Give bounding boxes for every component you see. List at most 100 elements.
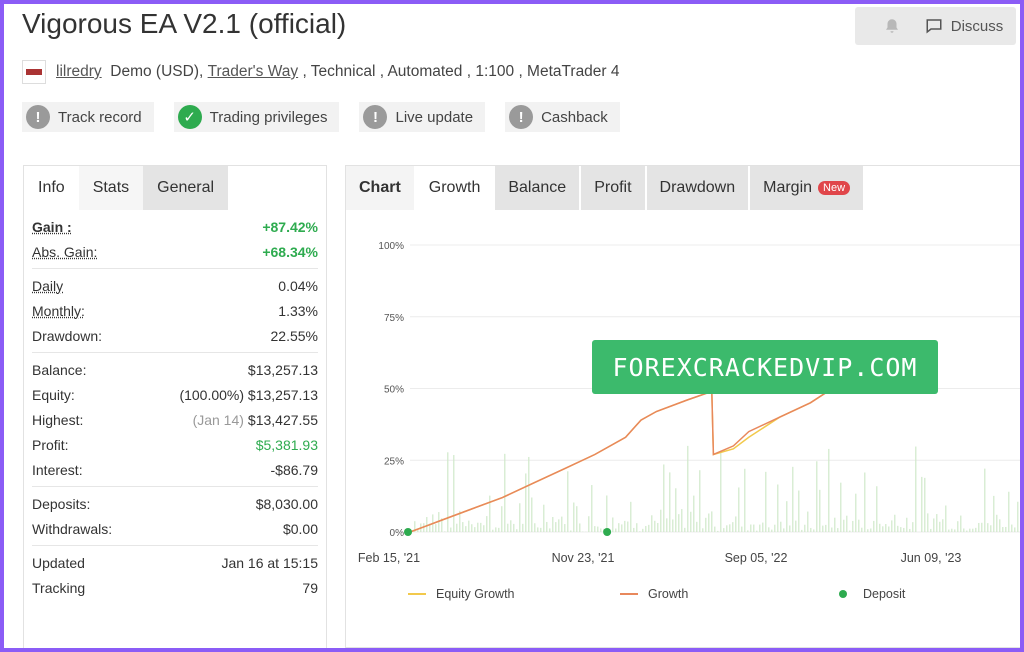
volume-bar xyxy=(843,519,845,532)
volume-bar xyxy=(873,520,875,532)
volume-bar xyxy=(813,529,815,532)
volume-bar xyxy=(726,525,728,532)
discuss-label: Discuss xyxy=(950,17,1004,35)
volume-bar xyxy=(435,524,437,532)
volume-bar xyxy=(519,503,521,532)
volume-bar xyxy=(783,528,785,532)
volume-bar xyxy=(786,501,788,532)
stat-balance: Balance: $13,257.13 xyxy=(32,361,318,378)
tab-margin[interactable]: Margin New xyxy=(750,166,864,210)
volume-bar xyxy=(789,525,791,532)
volume-bar xyxy=(501,506,503,532)
volume-bar xyxy=(750,524,752,532)
stats-tabs: Info Stats General xyxy=(24,166,326,210)
volume-bar xyxy=(927,513,929,532)
tab-drawdown[interactable]: Drawdown xyxy=(646,166,749,210)
volume-bar xyxy=(591,485,593,532)
volume-bar xyxy=(711,511,713,532)
volume-bar xyxy=(723,528,725,532)
volume-bar xyxy=(915,446,917,532)
volume-bar xyxy=(1011,524,1013,532)
volume-bar xyxy=(795,520,797,532)
volume-bar xyxy=(552,516,554,532)
tab-growth[interactable]: Growth xyxy=(415,166,494,210)
x-tick-label: Sep 05, '22 xyxy=(725,551,788,565)
volume-bar xyxy=(714,526,716,532)
volume-bar xyxy=(780,521,782,532)
volume-bar xyxy=(687,445,689,532)
tab-stats[interactable]: Stats xyxy=(78,166,144,210)
volume-bar xyxy=(858,519,860,532)
tab-balance[interactable]: Balance xyxy=(495,166,580,210)
badge-trading-privileges[interactable]: ✓ Trading privileges xyxy=(173,102,340,132)
volume-bar xyxy=(1008,491,1010,532)
volume-bar xyxy=(618,523,620,532)
stat-withdrawals: Withdrawals: $0.00 xyxy=(32,520,318,537)
volume-bar xyxy=(993,495,995,532)
volume-bar xyxy=(486,516,488,532)
volume-bar xyxy=(651,515,653,532)
volume-bar xyxy=(810,527,812,532)
tab-general[interactable]: General xyxy=(143,166,229,210)
volume-bar xyxy=(777,484,779,532)
chart-panel: Chart Growth Balance Profit Drawdown Mar… xyxy=(345,165,1020,648)
badge-label: Trading privileges xyxy=(209,108,328,126)
user-link[interactable]: lilredry xyxy=(56,63,102,81)
volume-bar xyxy=(555,522,557,532)
volume-bar xyxy=(615,528,617,532)
volume-bar xyxy=(627,521,629,532)
volume-bar xyxy=(531,497,533,532)
volume-bar xyxy=(474,527,476,532)
volume-bar xyxy=(558,519,560,532)
volume-bar xyxy=(762,522,764,532)
volume-bar xyxy=(606,495,608,532)
volume-bar xyxy=(663,464,665,532)
volume-bar xyxy=(468,520,470,532)
badge-live-update[interactable]: ! Live update xyxy=(359,102,486,132)
badge-track-record[interactable]: ! Track record xyxy=(22,102,154,132)
badge-label: Track record xyxy=(58,108,142,126)
avatar[interactable] xyxy=(22,60,46,84)
broker-link[interactable]: Trader's Way xyxy=(208,63,299,81)
volume-bar xyxy=(705,517,707,532)
tab-info[interactable]: Info xyxy=(24,166,79,210)
account-details: , Technical , Automated , 1:100 , MetaTr… xyxy=(298,63,620,80)
badge-cashback[interactable]: ! Cashback xyxy=(505,102,620,132)
volume-bar xyxy=(975,527,977,532)
volume-bar xyxy=(771,529,773,532)
page-title: Vigorous EA V2.1 (official) xyxy=(22,8,347,39)
volume-bar xyxy=(846,515,848,532)
volume-bar xyxy=(966,530,968,532)
volume-bar xyxy=(828,448,830,532)
volume-bar xyxy=(957,521,959,532)
volume-bar xyxy=(891,520,893,532)
volume-bar xyxy=(462,522,464,532)
volume-bar xyxy=(837,528,839,532)
volume-bar xyxy=(729,524,731,532)
discuss-button[interactable]: Discuss xyxy=(912,7,1016,45)
volume-bar xyxy=(633,527,635,532)
volume-bar xyxy=(669,472,671,532)
volume-bar xyxy=(738,487,740,532)
stat-gain: Gain : +87.42% xyxy=(32,218,318,235)
volume-bar xyxy=(648,524,650,532)
volume-bar xyxy=(999,519,1001,532)
volume-bar xyxy=(759,524,761,532)
volume-bar xyxy=(690,511,692,532)
volume-bar xyxy=(597,526,599,532)
new-badge: New xyxy=(818,181,851,195)
volume-bar xyxy=(453,455,455,532)
tab-profit[interactable]: Profit xyxy=(581,166,645,210)
volume-bar xyxy=(849,530,851,532)
volume-bar xyxy=(681,509,683,532)
volume-bar xyxy=(636,523,638,532)
growth-chart: 100% 75% 50% 25% 0% Feb 15, '21 Nov 23, '21 Sep… xyxy=(346,226,1020,646)
volume-bar xyxy=(852,520,854,532)
legend-label: Growth xyxy=(648,587,688,601)
volume-bar xyxy=(948,529,950,532)
volume-bar xyxy=(816,461,818,532)
volume-bar xyxy=(930,528,932,532)
volume-bar xyxy=(921,476,923,532)
tab-chart[interactable]: Chart xyxy=(346,166,414,210)
volume-bar xyxy=(456,523,458,532)
